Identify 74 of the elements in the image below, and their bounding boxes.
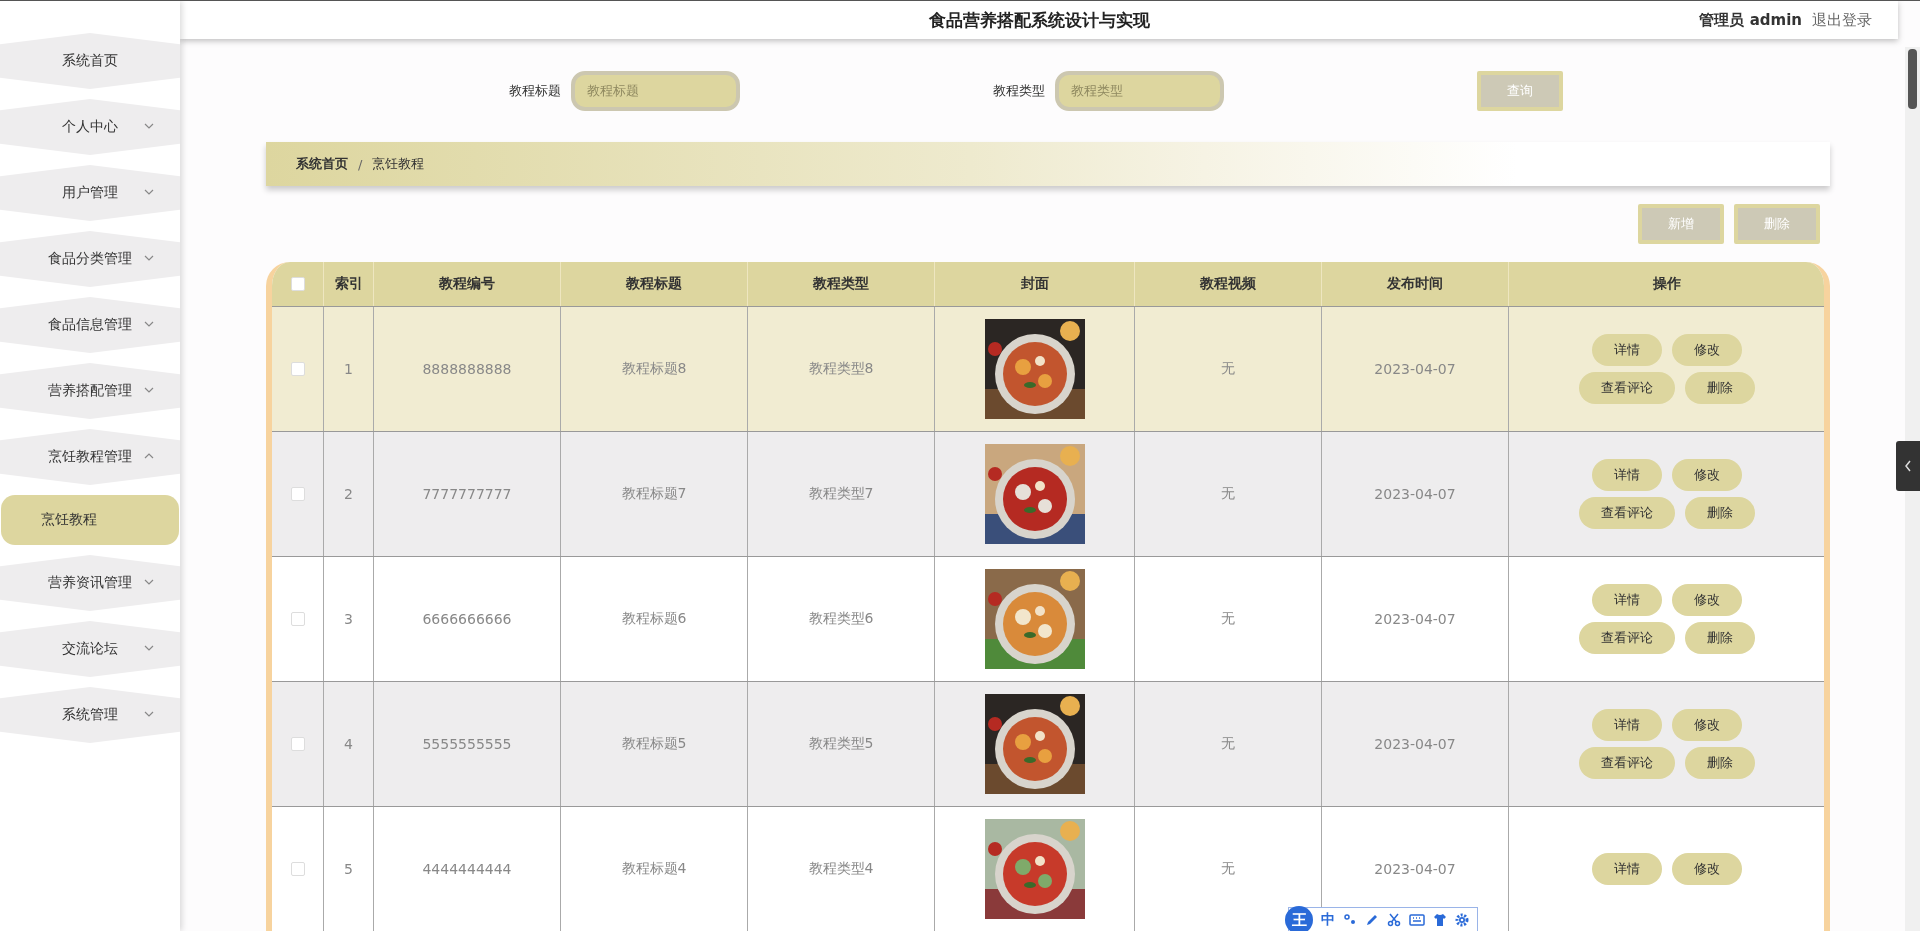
row-action-button[interactable]: 删除 [1684, 497, 1755, 529]
chevron-up-icon [144, 453, 154, 459]
field-label: 教程类型 [993, 81, 1045, 100]
row-action-button[interactable]: 修改 [1671, 584, 1742, 616]
breadcrumb-link[interactable]: 烹饪教程 [372, 155, 425, 173]
search-field[interactable]: 教程类型 [1055, 70, 1224, 111]
row-action-button[interactable]: 查看评论 [1578, 622, 1675, 654]
chevron-left-icon [1904, 460, 1912, 472]
checkbox[interactable] [290, 362, 305, 376]
chevron-down-icon [144, 123, 154, 129]
checkbox[interactable] [290, 612, 305, 626]
chevron-down-icon [144, 645, 154, 651]
table-row[interactable]: 2 7777777777 教程标题7 教程类型7 无 2023-04-07 详情 修改 查看评论 删除 [272, 431, 1824, 556]
pen-icon[interactable] [1365, 913, 1379, 927]
sidebar-item[interactable]: 系统首页 [0, 33, 180, 89]
field-label: 教程标题 [509, 81, 561, 100]
row-action-button[interactable]: 删除 [1684, 372, 1755, 404]
chevron-down-icon [144, 189, 154, 195]
collapse-tab[interactable] [1896, 441, 1920, 491]
table-row[interactable]: 1 8888888888 教程标题8 教程类型8 无 2023-04-07 详情 修改 查看评论 删除 [272, 306, 1824, 431]
row-action-button[interactable]: 详情 [1591, 459, 1662, 491]
row-action-button[interactable]: 详情 [1591, 709, 1662, 741]
search-field[interactable]: 教程标题 [571, 70, 740, 111]
table-cell: 4444444444 [374, 807, 561, 931]
chevron-down-icon [144, 579, 154, 585]
sidebar-subitem[interactable]: 烹饪教程 [1, 495, 179, 545]
row-action-button[interactable]: 删除 [1684, 622, 1755, 654]
checkbox[interactable] [290, 862, 305, 876]
row-action-button[interactable]: 详情 [1591, 334, 1662, 366]
punctuation-icon[interactable] [1343, 913, 1357, 927]
settings-icon[interactable] [1455, 913, 1469, 927]
table-row[interactable]: 4 5555555555 教程标题5 教程类型5 无 2023-04-07 详情 修改 查看评论 删除 [272, 681, 1824, 806]
row-action-button[interactable]: 修改 [1671, 853, 1742, 885]
sidebar-item[interactable]: 食品信息管理 [0, 297, 180, 353]
sidebar-item[interactable]: 烹饪教程管理 [0, 429, 180, 485]
chevron-down-icon [144, 321, 154, 327]
checkbox[interactable] [290, 277, 305, 291]
sidebar-item[interactable]: 交流论坛 [0, 621, 180, 677]
row-action-button[interactable]: 修改 [1671, 709, 1742, 741]
sidebar-item[interactable]: 营养资讯管理 [0, 555, 180, 611]
app-title: 食品营养搭配系统设计与实现 [928, 8, 1150, 32]
row-action-button[interactable]: 查看评论 [1578, 497, 1675, 529]
scissors-icon[interactable] [1387, 913, 1401, 927]
table-row[interactable]: 3 6666666666 教程标题6 教程类型6 无 2023-04-07 详情 修改 查看评论 删除 [272, 556, 1824, 681]
table-cell: 教程标题4 [561, 807, 748, 931]
row-action-button[interactable]: 查看评论 [1578, 747, 1675, 779]
row-action-button[interactable]: 详情 [1591, 853, 1662, 885]
column-header: 操作 [1651, 274, 1682, 293]
sidebar-item[interactable]: 系统管理 [0, 687, 180, 743]
breadcrumb-separator: / [358, 156, 363, 172]
table-cell: 教程类型4 [748, 807, 935, 931]
sidebar-item[interactable]: 用户管理 [0, 165, 180, 221]
table-cell: 5 [324, 807, 374, 931]
logout-link[interactable]: 退出登录 [1812, 10, 1872, 30]
row-action-button[interactable]: 详情 [1591, 584, 1662, 616]
sidebar-item[interactable]: 食品分类管理 [0, 231, 180, 287]
row-action-button[interactable]: 查看评论 [1578, 372, 1675, 404]
checkbox[interactable] [290, 737, 305, 751]
chevron-down-icon [144, 387, 154, 393]
scrollbar[interactable] [1905, 47, 1920, 931]
row-action-button[interactable]: 修改 [1671, 334, 1742, 366]
shirt-icon[interactable] [1433, 913, 1447, 927]
breadcrumb-link[interactable]: 系统首页 [296, 155, 348, 173]
checkbox[interactable] [290, 487, 305, 501]
user-label: 管理员 admin [1699, 10, 1802, 30]
row-action-button[interactable]: 修改 [1671, 459, 1742, 491]
sidebar-item[interactable]: 个人中心 [0, 99, 180, 155]
keyboard-icon[interactable] [1409, 914, 1425, 926]
ime-mode-toggle[interactable]: 中 [1321, 911, 1335, 929]
chevron-down-icon [144, 711, 154, 717]
sidebar-item[interactable]: 营养搭配管理 [0, 363, 180, 419]
chevron-down-icon [144, 255, 154, 261]
row-action-button[interactable]: 删除 [1684, 747, 1755, 779]
ime-logo[interactable]: 王 [1285, 906, 1313, 931]
